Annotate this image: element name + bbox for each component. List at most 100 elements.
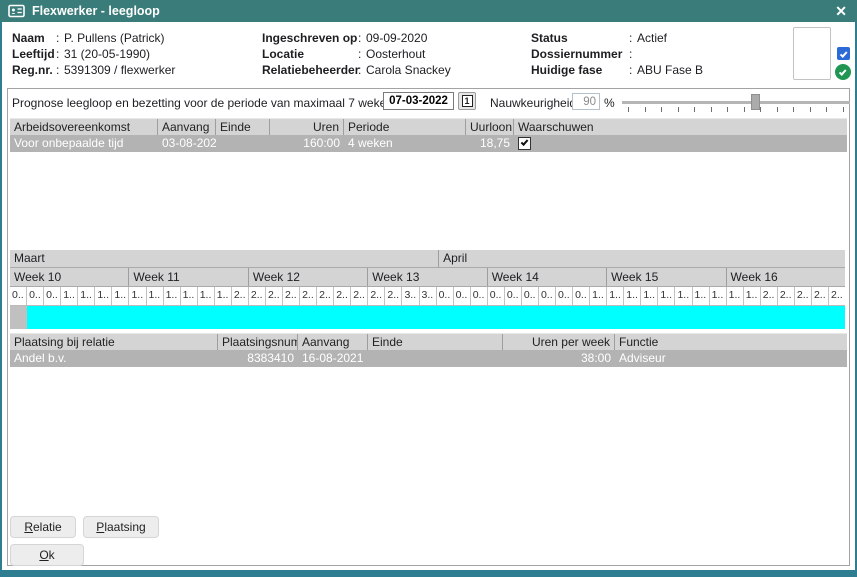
separator: : [56,31,64,45]
col-plaatsingsnummer: Plaatsingsnummer [218,334,298,350]
timeline-day-cell: 1.. [164,287,181,305]
field-label: Locatie [262,47,358,61]
field-regnr: Reg.nr. : 5391309 / flexwerker [12,62,175,78]
photo-placeholder [793,27,831,80]
timeline-day-cell: 0.. [10,287,27,305]
col-einde: Einde [368,334,503,350]
timeline-day-cell: 0.. [573,287,590,305]
separator: : [358,63,366,77]
timeline-day-cell: 2.. [795,287,812,305]
plaatsing-button[interactable]: Plaatsing [83,516,159,538]
close-icon[interactable]: ✕ [835,4,847,18]
timeline-week-cell: Week 16 [727,268,845,286]
titlebar: Flexwerker - leegloop ✕ [0,0,857,22]
slider-tick [694,107,695,112]
field-relatiebeheerder: Relatiebeheerder : Carola Snackey [262,62,451,78]
field-status: Status : Actief [531,30,703,46]
header-column-registration: Ingeschreven op : 09-09-2020 Locatie : O… [262,30,451,78]
slider-tick [777,107,778,112]
timeline-day-cell: 1.. [693,287,710,305]
field-label: Naam [12,31,56,45]
timeline-month-cell: Maart [10,250,439,267]
field-naam: Naam : P. Pullens (Patrick) [12,30,175,46]
cell-arbeidsovereenkomst: Voor onbepaalde tijd [10,135,158,152]
slider-tick [727,107,728,112]
separator: : [358,31,366,45]
slider-tick [744,107,745,112]
timeline-day-cell: 2.. [283,287,300,305]
cell-waarschuwen [514,135,847,152]
timeline-day-cell: 0.. [488,287,505,305]
timeline-day-cell: 0.. [437,287,454,305]
check-glyph [839,68,846,76]
contract-row-selected[interactable]: Voor onbepaalde tijd 03-08-2020 160:00 4… [10,135,847,152]
timeline-day-cell: 3.. [420,287,437,305]
placement-row-selected[interactable]: Andel b.v. 8383410 16-08-2021 38:00 Advi… [10,350,847,367]
col-einde: Einde [216,119,270,135]
timeline-bar-row [10,306,845,329]
field-value: Actief [637,31,667,45]
cell-aanvang: 03-08-2020 [158,135,216,152]
timeline-day-cell: 2.. [761,287,778,305]
dialog-window: Flexwerker - leegloop ✕ Naam : P. Pullen… [0,0,857,577]
cell-functie: Adviseur [615,350,847,367]
slider-tick [826,107,827,112]
separator: : [629,63,637,77]
separator: : [629,47,637,61]
header-column-person: Naam : P. Pullens (Patrick) Leeftijd : 3… [12,30,175,78]
slider-tick [711,107,712,112]
separator: : [629,31,637,45]
window-title: Flexwerker - leegloop [32,4,160,18]
slider-tick [810,107,811,112]
timeline-day-cell: 1.. [181,287,198,305]
relatie-button[interactable]: Relatie [10,516,76,538]
field-label: Ingeschreven op [262,31,358,45]
col-uurloon: Uurloon [466,119,514,135]
accuracy-input[interactable] [572,93,600,110]
timeline-day-cell: 1.. [215,287,232,305]
field-locatie: Locatie : Oosterhout [262,46,451,62]
calendar-button[interactable]: 1 [458,92,476,110]
timeline-week-row: Week 10Week 11Week 12Week 13Week 14Week … [10,268,845,287]
check-glyph [521,138,529,146]
contracts-table-header: Arbeidsovereenkomst Aanvang Einde Uren P… [10,118,847,135]
accuracy-slider-track[interactable] [622,101,850,104]
field-label: Status [531,31,629,45]
timeline-day-cell: 2.. [368,287,385,305]
timeline-day-cell: 0.. [522,287,539,305]
waarschuwen-checkbox[interactable] [518,137,531,150]
field-value: Oosterhout [366,47,425,61]
prognose-date-input[interactable] [383,92,454,110]
col-plaatsing-bij-relatie: Plaatsing bij relatie [10,334,218,350]
contracts-table: Arbeidsovereenkomst Aanvang Einde Uren P… [10,118,847,152]
timeline-day-cell: 1.. [590,287,607,305]
separator: : [56,47,64,61]
timeline-day-cell: 1.. [675,287,692,305]
field-huidige-fase: Huidige fase : ABU Fase B [531,62,703,78]
col-aanvang: Aanvang [158,119,216,135]
placements-table-header: Plaatsing bij relatie Plaatsingsnummer A… [10,333,847,350]
col-functie: Functie [615,334,847,350]
timeline-day-cell: 1.. [95,287,112,305]
separator: : [56,63,64,77]
relatie-button-label: Relatie [24,520,61,534]
slider-tick [678,107,679,112]
field-value: 09-09-2020 [366,31,427,45]
cell-uren-per-week: 38:00 [503,350,615,367]
timeline-week-cell: Week 11 [129,268,248,286]
col-aanvang: Aanvang [298,334,368,350]
accuracy-label: Nauwkeurigheid [490,96,576,110]
col-waarschuwen: Waarschuwen [514,119,847,135]
timeline-bar-empty-cell [10,306,27,329]
cell-relatie: Andel b.v. [10,350,218,367]
slider-tick [645,107,646,112]
cell-uren: 160:00 [270,135,344,152]
timeline-month-cell: April [439,250,845,267]
checked-checkbox-icon[interactable] [837,47,850,60]
timeline-week-cell: Week 13 [368,268,487,286]
field-label: Relatiebeheerder [262,63,358,77]
timeline-day-cell: 2.. [249,287,266,305]
timeline-day-cell: 1.. [112,287,129,305]
check-glyph [840,50,847,58]
ok-button[interactable]: Ok [10,544,84,566]
